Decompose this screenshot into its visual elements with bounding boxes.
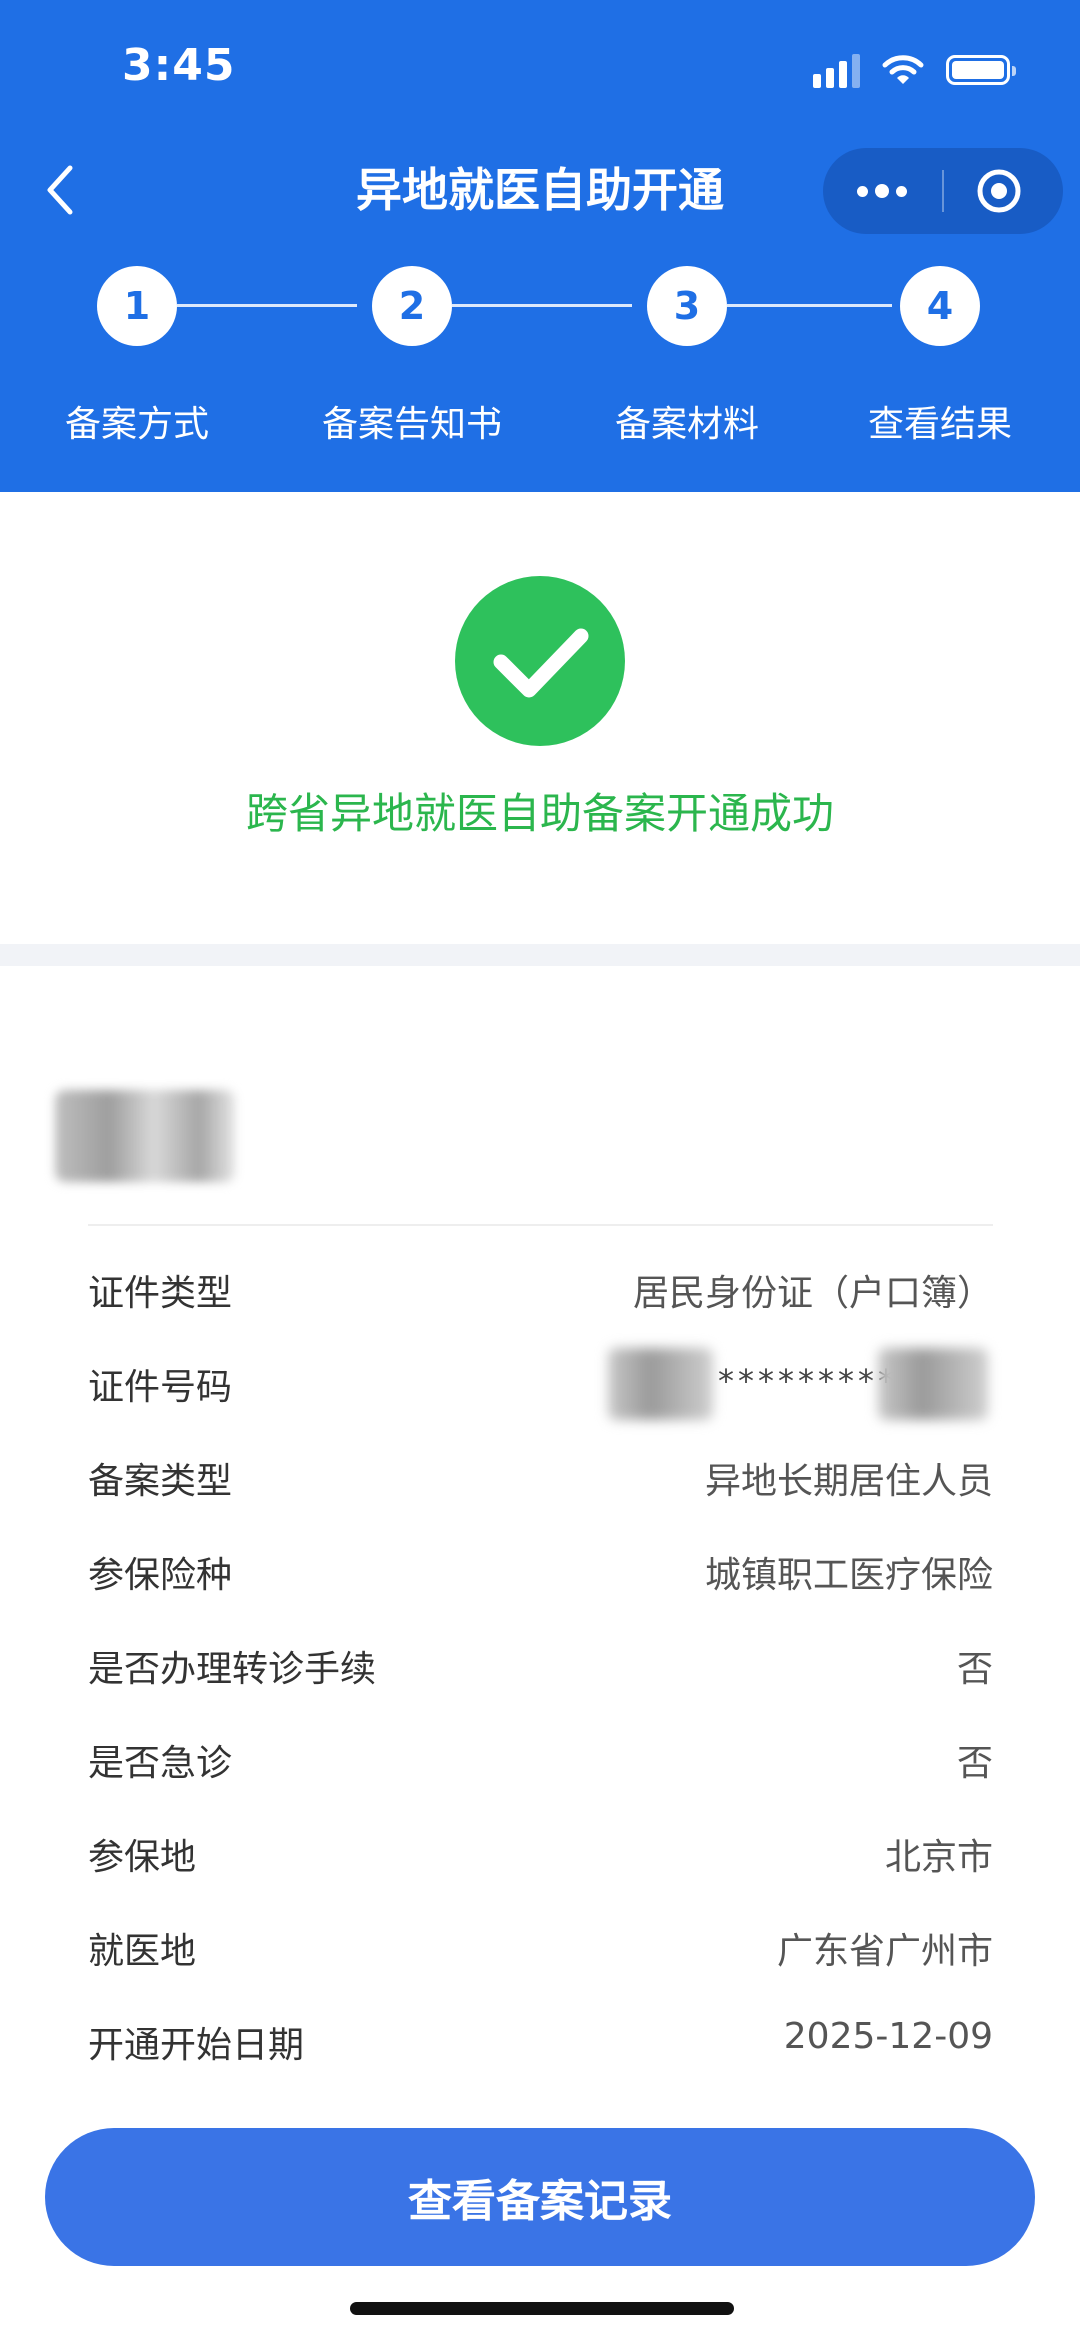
blurred-id-suffix <box>878 1348 988 1420</box>
status-icons <box>813 52 1016 88</box>
success-check-icon <box>455 576 625 746</box>
detail-row-id-type: 证件类型 居民身份证（户口簿） <box>88 1254 993 1324</box>
detail-row-id-number: 证件号码 ********* <box>88 1348 993 1420</box>
step-1-circle: 1 <box>97 266 177 346</box>
detail-label: 就医地 <box>88 1931 197 1972</box>
status-time: 3:45 <box>122 40 236 91</box>
detail-value: 2025-12-09 <box>783 2016 993 2057</box>
step-4-label: 查看结果 <box>867 404 1012 445</box>
detail-row-insured-place: 参保地 北京市 <box>88 1818 993 1888</box>
detail-label: 证件类型 <box>88 1273 233 1314</box>
step-2-label: 备案告知书 <box>321 404 502 445</box>
detail-list: 证件类型 居民身份证（户口簿） 证件号码 ********* 备案类型 异地长期… <box>0 1254 1080 2064</box>
home-indicator <box>350 2302 734 2315</box>
step-connector <box>177 304 357 307</box>
detail-label: 参保地 <box>88 1837 197 1878</box>
step-4-circle: 4 <box>900 266 980 346</box>
blurred-id-prefix <box>608 1348 713 1420</box>
detail-row-treatment-place: 就医地 广东省广州市 <box>88 1912 993 1982</box>
header: 3:45 异地就医自助开通 1 2 3 4 备案方式 备案告知书 备案材料 查看 <box>0 0 1080 492</box>
view-records-button[interactable]: 查看备案记录 <box>45 2128 1035 2266</box>
step-2-circle: 2 <box>372 266 452 346</box>
step-1-label: 备案方式 <box>64 404 209 445</box>
detail-row-referral: 是否办理转诊手续 否 <box>88 1630 993 1700</box>
detail-label: 参保险种 <box>88 1555 233 1596</box>
signal-icon <box>813 52 860 88</box>
detail-row-start-date: 开通开始日期 2025-12-09 <box>88 2006 993 2064</box>
detail-row-filing-type: 备案类型 异地长期居住人员 <box>88 1442 993 1512</box>
detail-value: ********* <box>718 1362 898 1400</box>
blurred-name <box>55 1090 235 1182</box>
more-icon[interactable] <box>823 148 941 234</box>
detail-value: 居民身份证（户口簿） <box>632 1273 993 1314</box>
close-target-icon[interactable] <box>975 167 1023 215</box>
detail-row-emergency: 是否急诊 否 <box>88 1724 993 1794</box>
section-gap <box>0 944 1080 966</box>
detail-value: 城镇职工医疗保险 <box>704 1555 993 1596</box>
detail-value: 异地长期居住人员 <box>704 1461 993 1502</box>
detail-row-insurance-type: 参保险种 城镇职工医疗保险 <box>88 1536 993 1606</box>
step-indicator: 1 2 3 4 <box>0 266 1080 350</box>
detail-label: 是否急诊 <box>88 1743 233 1784</box>
detail-value: 北京市 <box>884 1837 993 1878</box>
detail-value: 否 <box>956 1649 993 1690</box>
step-connector <box>727 304 892 307</box>
step-3-circle: 3 <box>647 266 727 346</box>
detail-label: 是否办理转诊手续 <box>88 1649 377 1690</box>
battery-icon <box>946 55 1016 85</box>
detail-label: 备案类型 <box>88 1461 233 1502</box>
wifi-icon <box>882 55 924 84</box>
step-3-label: 备案材料 <box>614 404 759 445</box>
step-connector <box>452 304 632 307</box>
detail-value: 广东省广州市 <box>776 1931 993 1972</box>
success-message: 跨省异地就医自助备案开通成功 <box>245 789 834 838</box>
detail-value: 否 <box>956 1743 993 1784</box>
divider <box>88 1224 993 1226</box>
detail-label: 开通开始日期 <box>88 2025 305 2064</box>
capsule-divider <box>942 170 944 212</box>
detail-label: 证件号码 <box>88 1367 233 1408</box>
mini-program-capsule <box>823 148 1063 234</box>
